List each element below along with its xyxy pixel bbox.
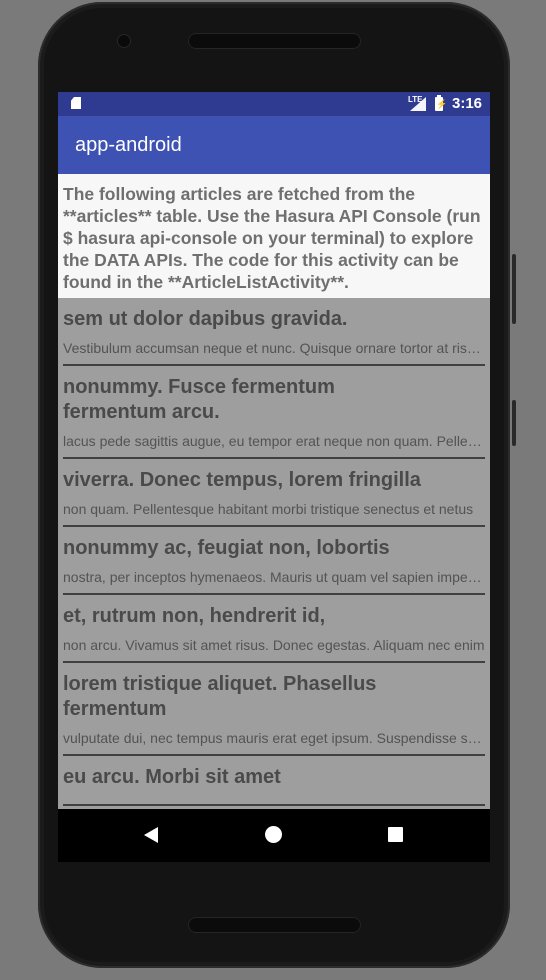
status-time: 3:16: [452, 95, 483, 112]
power-button: [512, 400, 516, 446]
volume-button: [512, 254, 516, 324]
sd-card-icon: [71, 97, 81, 109]
screen: LTE ⚡ 3:16 app-android The following art…: [58, 92, 490, 862]
front-camera: [118, 35, 130, 47]
article-list[interactable]: sem ut dolor dapibus gravida. Vestibulum…: [58, 298, 490, 806]
article-title: nonummy. Fusce fermentum fermentum arcu.: [63, 376, 335, 423]
home-icon[interactable]: [265, 826, 282, 843]
list-item[interactable]: et, rutrum non, hendrerit id, non arcu. …: [63, 595, 485, 663]
list-item[interactable]: nonummy. Fusce fermentum fermentum arcu.…: [63, 366, 485, 459]
article-snippet: lacus pede sagittis augue, eu tempor era…: [63, 433, 485, 449]
article-snippet: nostra, per inceptos hymenaeos. Mauris u…: [63, 569, 485, 585]
earpiece-speaker: [188, 33, 361, 49]
article-snippet: Vestibulum accumsan neque et nunc. Quisq…: [63, 340, 485, 356]
app-title: app-android: [75, 134, 182, 156]
back-icon[interactable]: [144, 827, 158, 843]
list-item[interactable]: sem ut dolor dapibus gravida. Vestibulum…: [63, 298, 485, 366]
list-item[interactable]: eu arcu. Morbi sit amet: [63, 756, 485, 806]
app-toolbar: app-android: [58, 116, 490, 174]
article-title: nonummy ac, feugiat non, lobortis: [63, 537, 390, 559]
article-title: lorem tristique aliquet. Phasellus ferme…: [63, 673, 377, 720]
article-title: eu arcu. Morbi sit amet: [63, 766, 281, 788]
article-snippet: vulputate dui, nec tempus mauris erat eg…: [63, 730, 485, 746]
list-item[interactable]: nonummy ac, feugiat non, lobortis nostra…: [63, 527, 485, 595]
network-type-label: LTE: [408, 95, 423, 104]
navigation-bar: [58, 809, 490, 862]
article-title: viverra. Donec tempus, lorem fringilla: [63, 469, 421, 491]
battery-charging-icon: ⚡: [435, 95, 448, 111]
intro-message: The following articles are fetched from …: [58, 174, 490, 298]
article-snippet: [63, 790, 485, 804]
recents-icon[interactable]: [388, 827, 403, 842]
article-title: sem ut dolor dapibus gravida.: [63, 308, 348, 330]
bottom-speaker: [188, 917, 361, 933]
status-bar: LTE ⚡ 3:16: [58, 92, 490, 116]
list-item[interactable]: viverra. Donec tempus, lorem fringilla n…: [63, 459, 485, 527]
article-title: et, rutrum non, hendrerit id,: [63, 605, 326, 627]
list-item[interactable]: lorem tristique aliquet. Phasellus ferme…: [63, 663, 485, 756]
article-snippet: non arcu. Vivamus sit amet risus. Donec …: [63, 637, 485, 653]
article-snippet: non quam. Pellentesque habitant morbi tr…: [63, 501, 474, 517]
